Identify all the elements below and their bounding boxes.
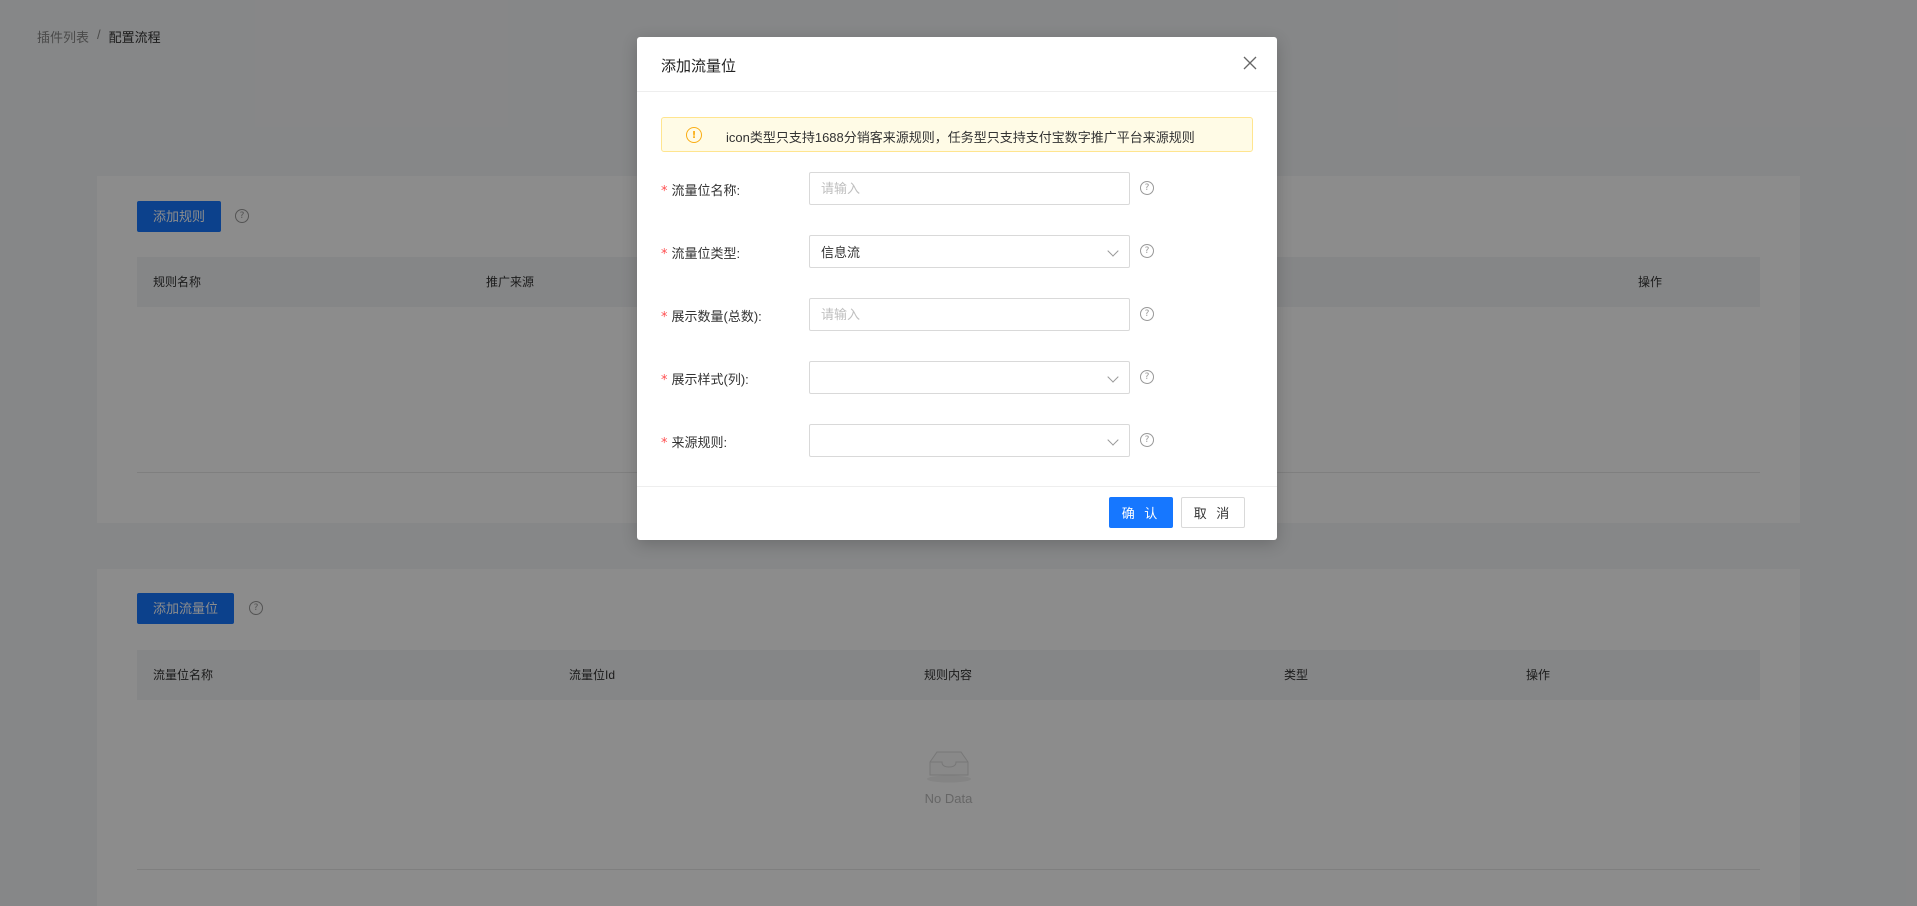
question-circle-icon[interactable]: ? — [1140, 433, 1154, 447]
form-row-slot-name: *流量位名称: ? — [661, 172, 1253, 205]
question-circle-icon[interactable]: ? — [1140, 370, 1154, 384]
chevron-down-icon — [1107, 371, 1119, 383]
slot-name-label: * 流量位名称: — [661, 183, 741, 199]
close-icon[interactable] — [1241, 54, 1259, 72]
form-row-display-style: * 展示样式(列): ? — [661, 361, 1253, 394]
slot-name-input[interactable] — [809, 172, 1130, 205]
display-style-select[interactable] — [809, 361, 1130, 394]
cancel-button[interactable]: 取 消 — [1181, 497, 1245, 528]
add-traffic-slot-modal: 添加流量位 ! icon类型只支持1688分销客来源规则，任务型只支持支付宝数字… — [637, 37, 1277, 540]
source-rule-label: * 来源规则: — [661, 435, 728, 451]
question-circle-icon[interactable]: ? — [1140, 181, 1154, 195]
display-count-label: * 展示数量(总数): — [661, 309, 762, 325]
form-row-display-count: *展示数量(总数): ? — [661, 298, 1253, 331]
slot-type-value: 信息流 — [821, 245, 861, 260]
slot-type-label: * 流量位类型: — [661, 246, 741, 262]
modal-title: 添加流量位 — [661, 58, 737, 75]
alert-text: icon类型只支持1688分销客来源规则，任务型只支持支付宝数字推广平台来源规则 — [726, 130, 1195, 145]
chevron-down-icon — [1107, 434, 1119, 446]
form-row-slot-type: * 流量位类型: 信息流 ? — [661, 235, 1253, 268]
question-circle-icon[interactable]: ? — [1140, 244, 1154, 258]
source-rule-select[interactable] — [809, 424, 1130, 457]
slot-type-select[interactable]: 信息流 — [809, 235, 1130, 268]
question-circle-icon[interactable]: ? — [1140, 307, 1154, 321]
display-count-input[interactable] — [809, 298, 1130, 331]
modal-header: 添加流量位 — [637, 37, 1277, 92]
warning-alert: ! icon类型只支持1688分销客来源规则，任务型只支持支付宝数字推广平台来源… — [661, 117, 1253, 152]
confirm-button[interactable]: 确 认 — [1109, 497, 1173, 528]
display-style-label: * 展示样式(列): — [661, 372, 749, 388]
exclamation-circle-icon: ! — [686, 127, 702, 143]
chevron-down-icon — [1107, 245, 1119, 257]
modal-footer: 确 认 取 消 — [637, 486, 1277, 540]
form-row-source-rule: * 来源规则: ? — [661, 424, 1253, 457]
